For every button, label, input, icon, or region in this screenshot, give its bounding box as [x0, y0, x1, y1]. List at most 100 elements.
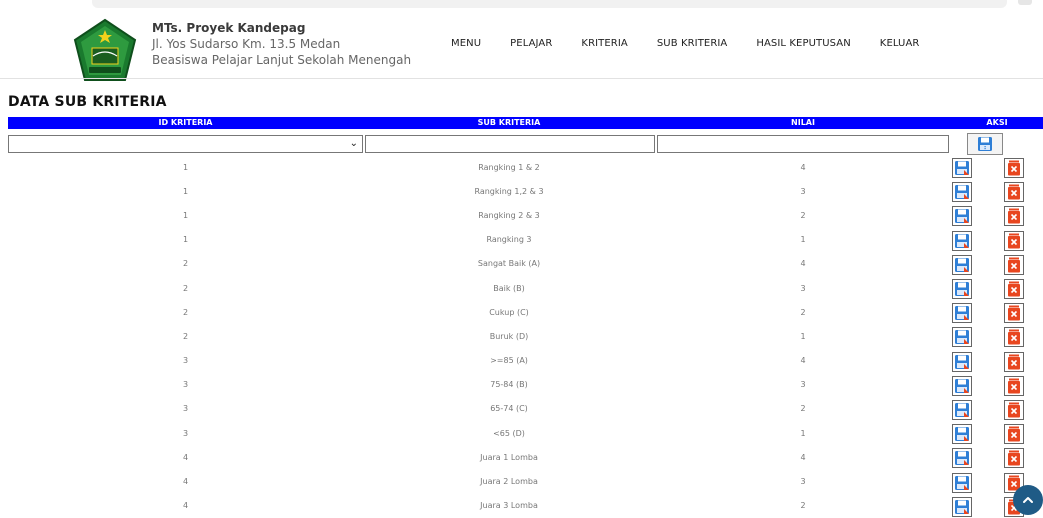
nav-sub-kriteria[interactable]: SUB KRITERIA — [657, 38, 728, 49]
save-row-button[interactable] — [952, 303, 972, 324]
floppy-disk-icon — [955, 209, 969, 224]
table-header: ID KRITERIA SUB KRITERIA NILAI AKSI — [8, 117, 1043, 129]
cell-nilai: 1 — [800, 428, 806, 438]
delete-row-button[interactable] — [1004, 351, 1024, 372]
save-row-button[interactable] — [952, 496, 972, 517]
nav-keluar[interactable]: KELUAR — [880, 38, 920, 49]
cell-nilai: 2 — [800, 210, 806, 220]
cell-sub-kriteria: Rangking 1,2 & 3 — [474, 186, 544, 196]
save-row-button[interactable] — [952, 351, 972, 372]
chevron-down-icon: ⌄ — [349, 138, 358, 149]
floppy-disk-icon — [955, 451, 969, 466]
delete-row-button[interactable] — [1004, 206, 1024, 227]
header-divider — [0, 78, 1043, 79]
cell-sub-kriteria: Juara 3 Lomba — [480, 501, 538, 511]
cell-id-kriteria: 2 — [182, 331, 189, 341]
save-row-button[interactable] — [952, 206, 972, 227]
delete-row-button[interactable] — [1004, 399, 1024, 420]
cell-nilai: 2 — [800, 501, 806, 511]
top-right-edge — [1018, 0, 1032, 5]
save-row-button[interactable] — [952, 279, 972, 300]
cell-aksi — [951, 300, 1043, 324]
save-row-button[interactable] — [952, 399, 972, 420]
school-logo — [73, 18, 137, 81]
delete-row-button[interactable] — [1004, 303, 1024, 324]
cell-nilai: 4 — [800, 452, 806, 462]
trash-delete-icon — [1008, 233, 1020, 249]
add-sub-kriteria-button[interactable] — [967, 133, 1003, 155]
delete-row-button[interactable] — [1004, 182, 1024, 203]
cell-sub-kriteria: <65 (D) — [493, 428, 525, 438]
save-row-button[interactable] — [952, 158, 972, 179]
cell-id-kriteria: 1 — [182, 210, 189, 220]
floppy-disk-icon — [955, 499, 969, 514]
save-row-button[interactable] — [952, 375, 972, 396]
nav-hasil-keputusan[interactable]: HASIL KEPUTUSAN — [756, 38, 850, 49]
nav-kriteria[interactable]: KRITERIA — [581, 38, 627, 49]
cell-nilai: 1 — [800, 235, 806, 245]
trash-delete-icon — [1008, 184, 1020, 200]
cell-id-kriteria: 3 — [182, 404, 189, 414]
header-aksi: AKSI — [986, 118, 1008, 127]
save-row-button[interactable] — [952, 230, 972, 251]
trash-delete-icon — [1008, 257, 1020, 273]
browser-top-strip — [0, 0, 1043, 12]
trash-delete-icon — [1008, 281, 1020, 297]
save-row-button[interactable] — [952, 472, 972, 493]
save-row-button[interactable] — [952, 448, 972, 469]
cell-aksi — [951, 397, 1043, 421]
trash-delete-icon — [1008, 450, 1020, 466]
table-row: 3 75-84 (B) 3 — [8, 373, 1043, 397]
cell-nilai: 3 — [800, 380, 806, 390]
delete-row-button[interactable] — [1004, 448, 1024, 469]
cell-sub-kriteria: Rangking 2 & 3 — [478, 210, 540, 220]
table-row: 4 Juara 2 Lomba 3 — [8, 469, 1043, 493]
table-row: 1 Rangking 1,2 & 3 3 — [8, 179, 1043, 203]
delete-row-button[interactable] — [1004, 424, 1024, 445]
cell-aksi — [951, 228, 1043, 252]
nav-pelajar[interactable]: PELAJAR — [510, 38, 552, 49]
scroll-to-top-button[interactable] — [1013, 485, 1043, 515]
trash-delete-icon — [1008, 354, 1020, 370]
floppy-disk-icon — [955, 402, 969, 417]
cell-nilai: 4 — [800, 162, 806, 172]
nilai-input[interactable] — [657, 135, 949, 153]
cell-sub-kriteria: 75-84 (B) — [490, 380, 528, 390]
trash-delete-icon — [1008, 426, 1020, 442]
floppy-disk-icon — [955, 427, 969, 442]
delete-row-button[interactable] — [1004, 230, 1024, 251]
table-row: 2 Baik (B) 3 — [8, 276, 1043, 300]
sub-kriteria-input[interactable] — [365, 135, 655, 153]
save-row-button[interactable] — [952, 182, 972, 203]
cell-nilai: 2 — [800, 404, 806, 414]
cell-aksi — [951, 373, 1043, 397]
delete-row-button[interactable] — [1004, 254, 1024, 275]
delete-row-button[interactable] — [1004, 327, 1024, 348]
cell-id-kriteria: 2 — [182, 283, 189, 293]
table-row: 2 Sangat Baik (A) 4 — [8, 252, 1043, 276]
cell-sub-kriteria: Juara 2 Lomba — [480, 477, 538, 487]
cell-id-kriteria: 2 — [182, 307, 189, 317]
nav-menu[interactable]: MENU — [451, 38, 481, 49]
save-row-button[interactable] — [952, 424, 972, 445]
cell-sub-kriteria: Cukup (C) — [489, 307, 529, 317]
delete-row-button[interactable] — [1004, 158, 1024, 179]
cell-aksi — [951, 155, 1043, 179]
id-kriteria-select[interactable]: ⌄ — [8, 135, 363, 153]
delete-row-button[interactable] — [1004, 375, 1024, 396]
table-row: 4 Juara 1 Lomba 4 — [8, 445, 1043, 469]
save-row-button[interactable] — [952, 254, 972, 275]
trash-delete-icon — [1008, 402, 1020, 418]
save-row-button[interactable] — [952, 327, 972, 348]
table-body: 1 Rangking 1 & 2 4 1 Rangking 1,2 & 3 3 1 Rangk… — [8, 155, 1043, 518]
cell-sub-kriteria: 65-74 (C) — [490, 404, 528, 414]
page-title: DATA SUB KRITERIA — [8, 94, 167, 110]
cell-nilai: 2 — [800, 307, 806, 317]
delete-row-button[interactable] — [1004, 279, 1024, 300]
header-nilai: NILAI — [791, 118, 815, 127]
school-address: Jl. Yos Sudarso Km. 13.5 Medan — [152, 37, 341, 51]
cell-aksi — [951, 179, 1043, 203]
table-row: 2 Cukup (C) 2 — [8, 300, 1043, 324]
cell-sub-kriteria: Rangking 3 — [486, 235, 532, 245]
cell-id-kriteria: 2 — [182, 259, 189, 269]
